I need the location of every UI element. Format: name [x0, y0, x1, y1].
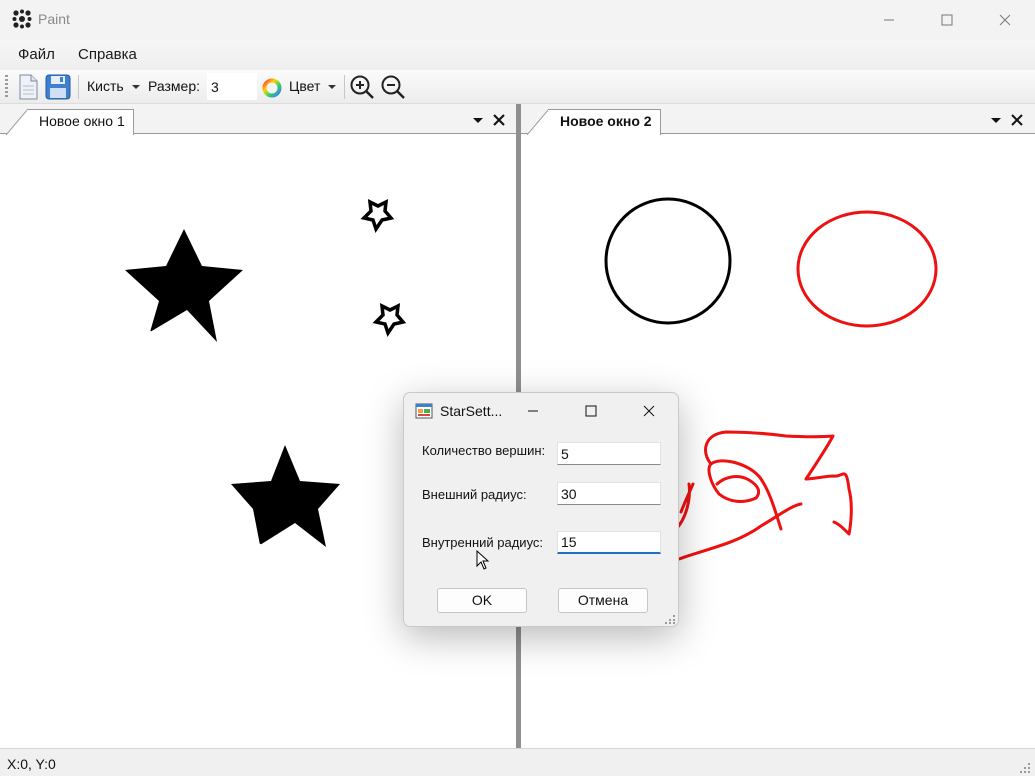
tab-edge: [527, 109, 549, 135]
window-title: Paint: [38, 11, 70, 27]
star-outline-shape: [372, 302, 407, 337]
tab-edge: [6, 109, 28, 135]
star-shape: [125, 229, 243, 342]
maximize-icon: [585, 405, 597, 417]
ellipse-shape: [796, 210, 938, 328]
ok-button[interactable]: OK: [437, 588, 527, 613]
tab-strip: Новое окно 2: [521, 104, 1035, 135]
outer-radius-label: Внешний радиус:: [422, 487, 527, 502]
toolbar-grip[interactable]: [5, 75, 8, 99]
close-icon: [999, 14, 1011, 26]
vertex-count-input[interactable]: [557, 442, 661, 465]
title-bar: Paint: [0, 0, 1035, 40]
dialog-minimize-button[interactable]: [504, 393, 562, 429]
minimize-button[interactable]: [860, 0, 918, 40]
inner-radius-input[interactable]: [557, 531, 661, 554]
close-button[interactable]: [976, 0, 1034, 40]
chevron-down-icon[interactable]: [988, 112, 1004, 128]
menu-bar: Файл Справка: [0, 40, 1035, 70]
cursor-coordinates: X:0, Y:0: [7, 756, 56, 772]
inner-radius-label: Внутренний радиус:: [422, 535, 544, 550]
star-outline-shape: [360, 198, 395, 233]
star-settings-dialog: StarSett... Количество вершин: Внешний р…: [403, 392, 679, 627]
brush-dropdown[interactable]: Кисть: [87, 78, 124, 94]
menu-file[interactable]: Файл: [18, 46, 55, 63]
size-input[interactable]: [207, 73, 257, 100]
dialog-maximize-button[interactable]: [562, 393, 620, 429]
vertex-count-label: Количество вершин:: [422, 443, 546, 458]
freehand-stroke: [674, 430, 853, 561]
maximize-icon: [941, 14, 953, 26]
zoom-in-icon[interactable]: [349, 74, 375, 100]
close-icon[interactable]: [491, 112, 507, 128]
status-bar: X:0, Y:0: [0, 748, 1035, 776]
save-icon[interactable]: [45, 74, 71, 100]
resize-grip-icon[interactable]: [1018, 761, 1032, 775]
minimize-icon: [528, 410, 538, 412]
color-wheel-icon[interactable]: [262, 78, 282, 98]
tab-strip: Новое окно 1: [0, 104, 516, 135]
chevron-down-icon[interactable]: [470, 112, 486, 128]
zoom-out-icon[interactable]: [380, 74, 406, 100]
outer-radius-input[interactable]: [557, 482, 661, 505]
color-dropdown[interactable]: Цвет: [289, 78, 320, 94]
circle-shape: [604, 197, 732, 325]
cancel-button[interactable]: Отмена: [558, 588, 648, 613]
chevron-down-icon[interactable]: [328, 85, 336, 89]
resize-grip-icon[interactable]: [665, 613, 677, 625]
tab-new-window-2[interactable]: Новое окно 2: [548, 109, 661, 135]
menu-help[interactable]: Справка: [78, 46, 137, 63]
maximize-button[interactable]: [918, 0, 976, 40]
mouse-cursor-icon: [476, 550, 490, 570]
close-icon: [643, 405, 655, 417]
star-shape: [231, 445, 340, 547]
new-document-icon[interactable]: [17, 74, 39, 100]
paint-app-icon: [12, 9, 32, 29]
dialog-close-button[interactable]: [620, 393, 678, 429]
toolbar: Кисть Размер: Цвет: [0, 70, 1035, 104]
minimize-icon: [884, 19, 894, 21]
size-label: Размер:: [148, 78, 201, 94]
toolbar-separator: [344, 75, 345, 99]
dialog-app-icon: [415, 403, 433, 419]
close-icon[interactable]: [1009, 112, 1025, 128]
toolbar-separator: [78, 75, 79, 99]
tab-new-window-1[interactable]: Новое окно 1: [27, 109, 134, 135]
chevron-down-icon[interactable]: [132, 85, 140, 89]
dialog-title: StarSett...: [440, 403, 503, 419]
